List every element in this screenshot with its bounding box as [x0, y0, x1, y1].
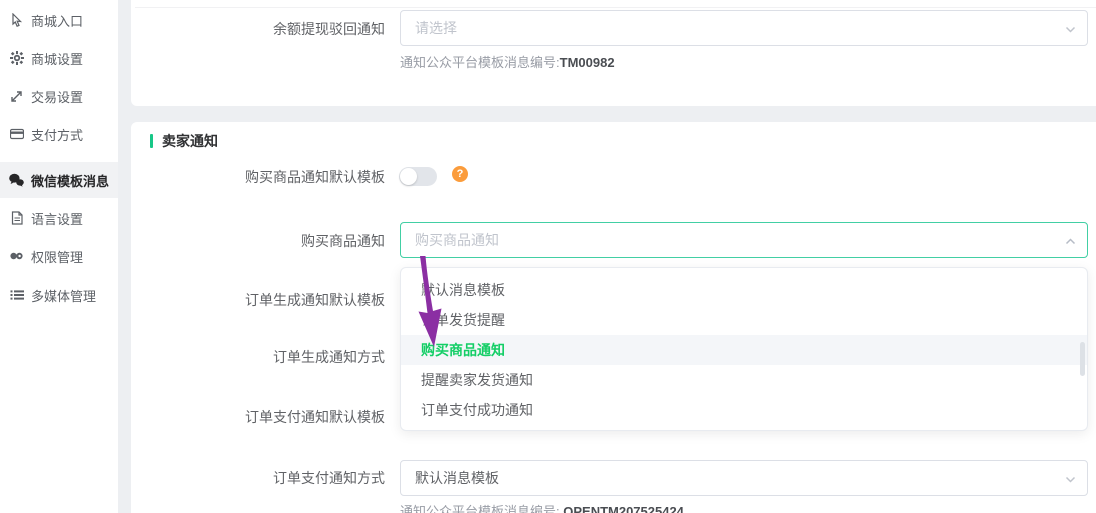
- buy-notice-select[interactable]: 购买商品通知: [400, 222, 1088, 258]
- eye-mask-icon: [9, 249, 24, 264]
- sidebar-item-label: 商城入口: [31, 11, 83, 30]
- buy-notice-dropdown: 默认消息模板 订单发货提醒 购买商品通知 提醒卖家发货通知 订单支付成功通知: [400, 267, 1088, 431]
- sidebar-item-label: 商城设置: [31, 49, 83, 68]
- list-icon: [9, 288, 24, 303]
- order-pay-default-template-label: 订单支付通知默认模板: [140, 409, 385, 425]
- template-code: OPENTM207525424: [563, 504, 684, 513]
- select-placeholder: 购买商品通知: [415, 230, 499, 250]
- sidebar-item-wechat-template-messages[interactable]: 微信模板消息: [0, 162, 118, 198]
- chat-bubbles-icon: [9, 173, 24, 188]
- chevron-up-icon: [1064, 235, 1077, 251]
- select-placeholder: 请选择: [415, 18, 457, 38]
- chevron-down-icon: [1064, 23, 1077, 39]
- card-divider: [135, 7, 1096, 8]
- sidebar-item-permission-management[interactable]: 权限管理: [0, 238, 118, 274]
- section-header: 卖家通知: [150, 131, 218, 151]
- transfer-arrows-icon: [9, 89, 24, 104]
- sidebar-item-label: 微信模板消息: [31, 171, 109, 190]
- order-pay-template-code-helper: 通知公众平台模板消息编号: OPENTM207525424: [400, 501, 684, 513]
- sidebar-item-mall-entrance[interactable]: 商城入口: [0, 2, 118, 38]
- order-create-default-template-label: 订单生成通知默认模板: [140, 292, 385, 308]
- dropdown-option-remind-seller-ship[interactable]: 提醒卖家发货通知: [401, 365, 1087, 395]
- order-create-method-label: 订单生成通知方式: [140, 349, 385, 365]
- buy-notice-default-template-toggle[interactable]: [399, 167, 437, 186]
- sidebar-item-label: 语言设置: [31, 209, 83, 228]
- hand-pointer-icon: [9, 13, 24, 28]
- sidebar-item-language-settings[interactable]: 语言设置: [0, 200, 118, 236]
- sidebar-item-label: 多媒体管理: [31, 286, 96, 305]
- credit-card-icon: [9, 127, 24, 142]
- dropdown-option-pay-success[interactable]: 订单支付成功通知: [401, 395, 1087, 425]
- select-value: 默认消息模板: [415, 468, 499, 488]
- helper-prefix: 通知公众平台模板消息编号:: [400, 55, 560, 70]
- order-pay-method-label: 订单支付通知方式: [140, 470, 385, 486]
- document-icon: [9, 211, 24, 226]
- toggle-knob: [400, 168, 417, 185]
- sidebar: 商城入口 商城设置 交易设置 支付方式 微信模板消息 语言设置 权限管理 多媒: [0, 0, 118, 513]
- dropdown-option-ship-reminder[interactable]: 订单发货提醒: [401, 305, 1087, 335]
- question-icon[interactable]: ?: [452, 166, 468, 182]
- withdraw-reject-notice-select[interactable]: 请选择: [400, 10, 1088, 46]
- buy-notice-default-template-label: 购买商品通知默认模板: [140, 169, 385, 185]
- sidebar-item-multimedia-management[interactable]: 多媒体管理: [0, 277, 118, 313]
- sidebar-item-label: 支付方式: [31, 125, 83, 144]
- withdraw-reject-notice-label: 余额提现驳回通知: [140, 21, 385, 37]
- section-title: 卖家通知: [162, 131, 218, 151]
- helper-prefix: 通知公众平台模板消息编号:: [400, 504, 563, 513]
- chevron-down-icon: [1064, 473, 1077, 489]
- sidebar-item-label: 交易设置: [31, 87, 83, 106]
- dropdown-scrollbar-thumb[interactable]: [1080, 342, 1085, 376]
- section-accent-bar: [150, 134, 153, 148]
- dropdown-option-default-template[interactable]: 默认消息模板: [401, 275, 1087, 305]
- template-code: TM00982: [560, 55, 615, 70]
- buy-notice-label: 购买商品通知: [140, 233, 385, 249]
- dropdown-option-buy-notice[interactable]: 购买商品通知: [401, 335, 1087, 365]
- sidebar-item-trade-settings[interactable]: 交易设置: [0, 78, 118, 114]
- order-pay-method-select[interactable]: 默认消息模板: [400, 460, 1088, 496]
- sidebar-item-label: 权限管理: [31, 247, 83, 266]
- sidebar-item-mall-settings[interactable]: 商城设置: [0, 40, 118, 76]
- withdraw-template-code-helper: 通知公众平台模板消息编号:TM00982: [400, 52, 615, 71]
- sidebar-item-payment-methods[interactable]: 支付方式: [0, 116, 118, 152]
- gear-icon: [9, 51, 24, 66]
- wechat-template-settings-page: 商城入口 商城设置 交易设置 支付方式 微信模板消息 语言设置 权限管理 多媒: [0, 0, 1096, 513]
